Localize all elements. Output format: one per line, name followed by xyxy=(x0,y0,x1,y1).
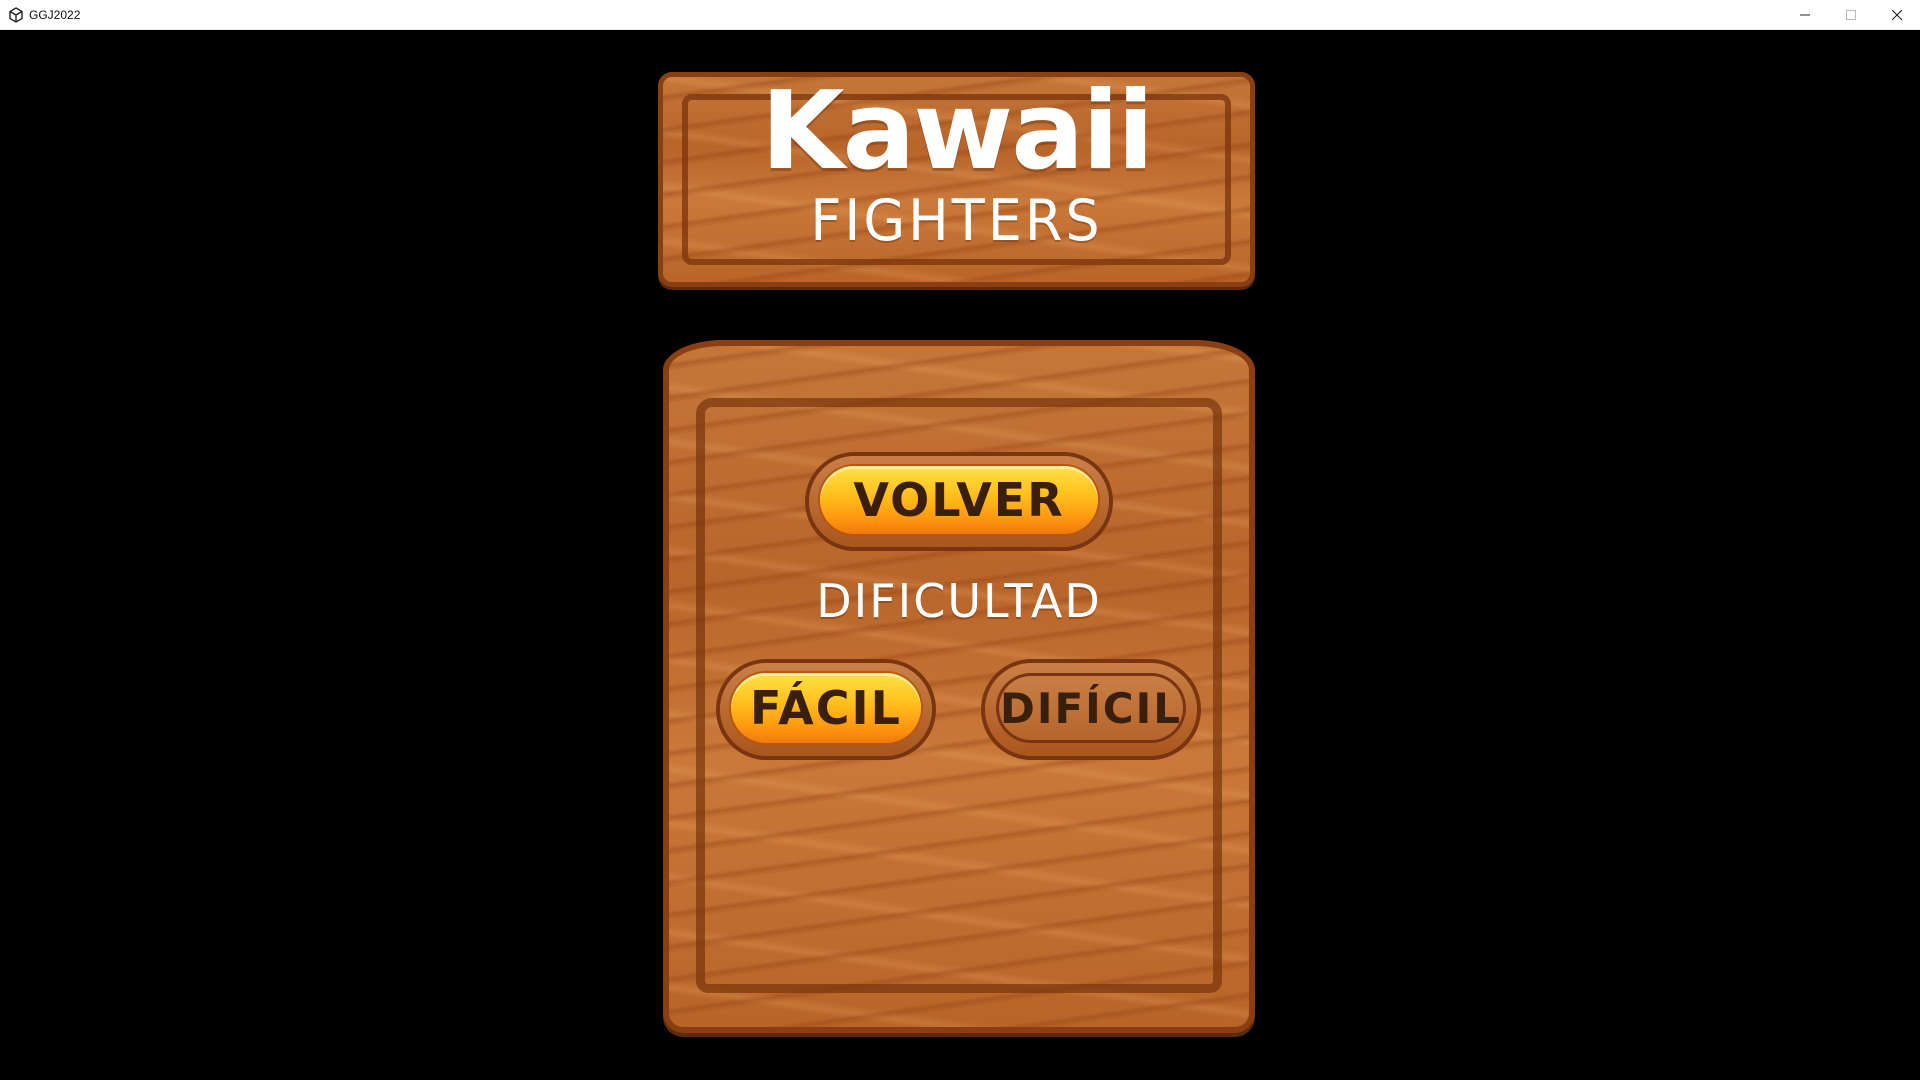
back-button[interactable]: VOLVER xyxy=(809,456,1109,547)
back-button-label: VOLVER xyxy=(820,466,1098,534)
easy-difficulty-label: FÁCIL xyxy=(731,673,921,743)
hard-difficulty-label: DIFÍCIL xyxy=(996,673,1186,743)
maximize-icon xyxy=(1846,10,1856,20)
close-button[interactable] xyxy=(1874,0,1920,30)
logo-subtitle: FIGHTERS xyxy=(810,187,1103,254)
logo-sign: Kawaii FIGHTERS xyxy=(658,72,1255,287)
window-titlebar[interactable]: GGJ2022 xyxy=(0,0,1920,30)
easy-difficulty-button[interactable]: FÁCIL xyxy=(720,663,932,756)
minimize-button[interactable] xyxy=(1782,0,1828,30)
hard-difficulty-button[interactable]: DIFÍCIL xyxy=(985,663,1197,756)
unity-icon xyxy=(9,7,23,23)
logo-title: Kawaii xyxy=(760,69,1154,194)
maximize-button[interactable] xyxy=(1828,0,1874,30)
close-icon xyxy=(1892,10,1902,20)
minimize-icon xyxy=(1800,14,1810,16)
difficulty-heading: DIFICULTAD xyxy=(816,574,1102,628)
window-title: GGJ2022 xyxy=(29,8,81,22)
